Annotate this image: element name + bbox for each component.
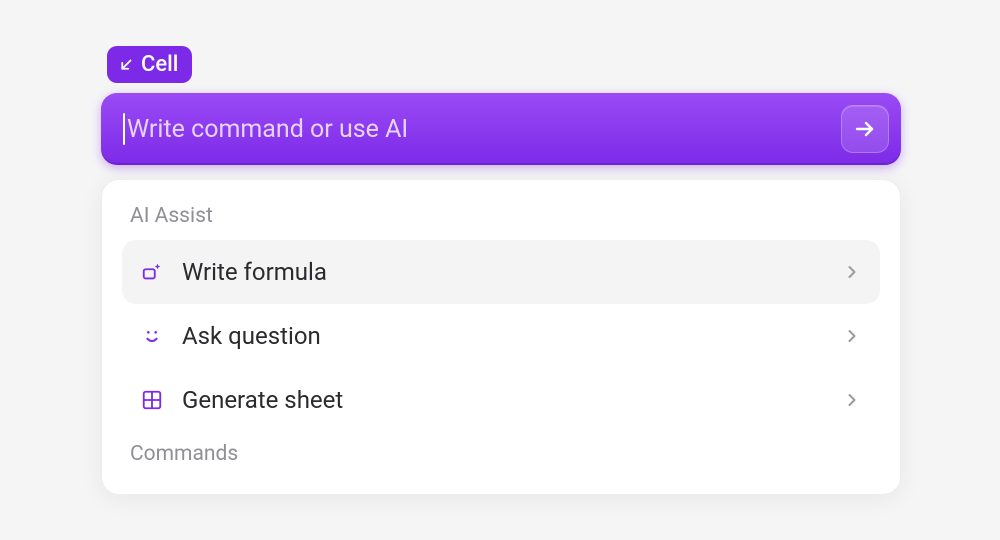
item-generate-sheet[interactable]: Generate sheet <box>122 368 880 432</box>
chevron-right-icon <box>842 390 862 410</box>
item-write-formula[interactable]: Write formula <box>122 240 880 304</box>
section-header-ai-assist: AI Assist <box>122 204 880 240</box>
command-input[interactable]: Write command or use AI <box>123 113 841 145</box>
suggestions-panel: AI Assist Write formula <box>101 179 901 495</box>
scope-chip[interactable]: Cell <box>107 46 192 83</box>
arrow-right-icon <box>853 117 877 141</box>
section-header-commands: Commands <box>122 432 880 478</box>
face-icon <box>140 324 164 348</box>
item-ask-question[interactable]: Ask question <box>122 304 880 368</box>
chevron-right-icon <box>842 262 862 282</box>
item-label: Write formula <box>182 258 824 286</box>
text-cursor <box>123 113 125 145</box>
grid-icon <box>140 388 164 412</box>
command-bar[interactable]: Write command or use AI <box>101 93 901 165</box>
item-label: Ask question <box>182 322 824 350</box>
arrow-down-left-icon <box>117 56 135 74</box>
scope-label: Cell <box>141 52 178 77</box>
chevron-right-icon <box>842 326 862 346</box>
sparkle-box-icon <box>140 260 164 284</box>
command-placeholder: Write command or use AI <box>127 115 408 144</box>
item-label: Generate sheet <box>182 386 824 414</box>
send-button[interactable] <box>841 105 889 153</box>
